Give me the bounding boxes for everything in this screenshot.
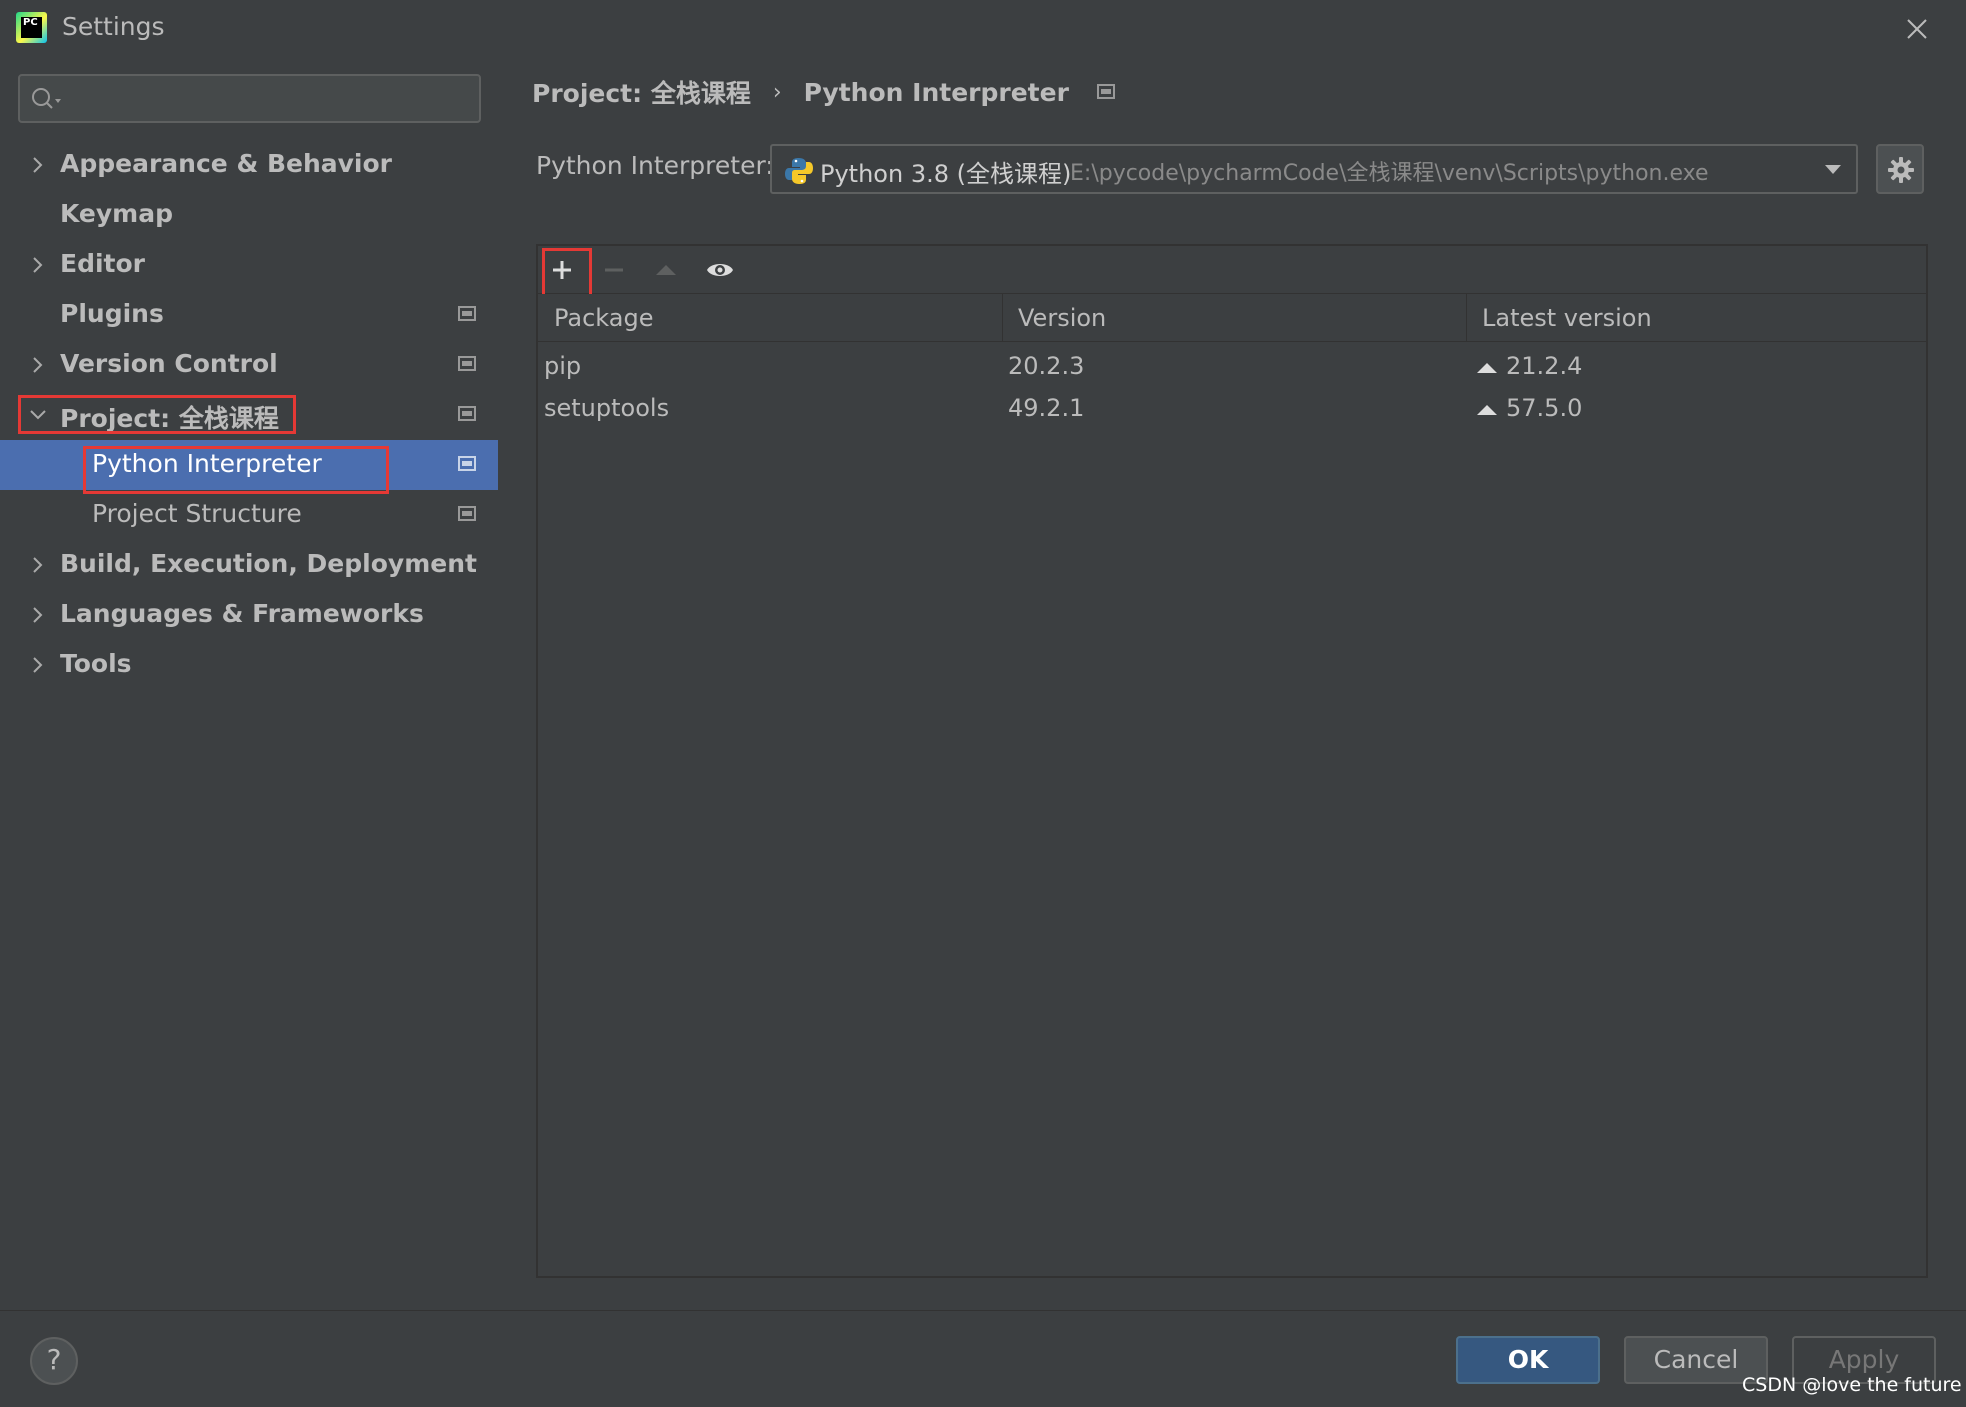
- upgrade-available-icon: [1477, 405, 1497, 415]
- title-bar: PC Settings: [0, 0, 1966, 56]
- sidebar-item-label: Tools: [60, 649, 132, 678]
- sidebar-item-label: Editor: [60, 249, 145, 278]
- interpreter-name: Python 3.8 (全栈课程): [820, 160, 1072, 188]
- breadcrumb: Project: 全栈课程 › Python Interpreter: [532, 74, 1117, 110]
- python-icon: [785, 158, 813, 184]
- column-header-package[interactable]: Package: [554, 304, 653, 332]
- sidebar-item-label: Plugins: [60, 299, 164, 328]
- interpreter-dropdown[interactable]: Python 3.8 (全栈课程) E:\pycode\pycharmCode\…: [770, 144, 1858, 194]
- packages-table-header: Package Version Latest version: [538, 294, 1926, 342]
- ok-button[interactable]: OK: [1456, 1336, 1600, 1384]
- sidebar-item-keymap[interactable]: Keymap: [0, 190, 498, 240]
- interpreter-label: Python Interpreter:: [536, 151, 774, 180]
- dialog-footer: ? OK Cancel Apply: [0, 1310, 1966, 1407]
- chevron-right-icon: [33, 257, 43, 273]
- sidebar-item-label: Project Structure: [92, 499, 302, 528]
- watermark: CSDN @love the future: [1742, 1374, 1962, 1396]
- settings-search-box[interactable]: [18, 74, 481, 123]
- packages-panel: Package Version Latest version pip 20.2.…: [536, 244, 1928, 1278]
- sidebar-item-python-interpreter[interactable]: Python Interpreter: [0, 440, 498, 490]
- plus-icon: [553, 261, 571, 279]
- eye-icon: [707, 264, 733, 276]
- column-divider: [1002, 294, 1003, 342]
- project-level-icon: [458, 356, 476, 371]
- interpreter-path: E:\pycode\pycharmCode\全栈课程\venv\Scripts\…: [1070, 161, 1709, 186]
- sidebar-item-project[interactable]: Project: 全栈课程: [0, 390, 498, 440]
- chevron-right-icon: [33, 557, 43, 573]
- project-level-icon: [458, 506, 476, 521]
- sidebar-item-languages-frameworks[interactable]: Languages & Frameworks: [0, 590, 498, 640]
- pycharm-logo-icon: PC: [16, 12, 47, 43]
- package-latest-version: 57.5.0: [1506, 394, 1583, 422]
- package-name: pip: [544, 352, 582, 380]
- column-header-latest-version[interactable]: Latest version: [1482, 304, 1652, 332]
- settings-sidebar: Appearance & Behavior Keymap Editor Plug…: [0, 56, 498, 1310]
- dropdown-arrow-icon: [1825, 165, 1841, 174]
- search-icon: [32, 88, 61, 109]
- project-level-icon: [458, 306, 476, 321]
- show-early-releases-button[interactable]: [698, 250, 738, 290]
- app-icon-text: PC: [21, 17, 42, 38]
- project-level-icon: [1096, 84, 1115, 99]
- column-divider: [1466, 294, 1467, 342]
- window-title: Settings: [62, 12, 165, 41]
- chevron-down-icon: [30, 410, 46, 420]
- breadcrumb-separator: ›: [772, 79, 782, 105]
- sidebar-item-project-structure[interactable]: Project Structure: [0, 490, 498, 540]
- project-level-icon: [458, 406, 476, 421]
- sidebar-item-label: Python Interpreter: [92, 449, 322, 478]
- settings-main-panel: Project: 全栈课程 › Python Interpreter Pytho…: [498, 56, 1966, 1310]
- sidebar-item-plugins[interactable]: Plugins: [0, 290, 498, 340]
- help-button[interactable]: ?: [30, 1337, 78, 1385]
- package-name: setuptools: [544, 394, 670, 422]
- sidebar-item-label: Version Control: [60, 349, 278, 378]
- sidebar-item-label: Appearance & Behavior: [60, 149, 392, 178]
- project-level-icon: [458, 456, 476, 471]
- chevron-right-icon: [33, 607, 43, 623]
- sidebar-item-appearance-behavior[interactable]: Appearance & Behavior: [0, 140, 498, 190]
- column-header-version[interactable]: Version: [1018, 304, 1106, 332]
- interpreter-settings-button[interactable]: [1876, 144, 1924, 194]
- package-version: 20.2.3: [1008, 352, 1085, 380]
- sidebar-item-label: Project: 全栈课程: [60, 404, 279, 433]
- breadcrumb-page: Python Interpreter: [803, 77, 1069, 107]
- chevron-right-icon: [33, 357, 43, 373]
- sidebar-item-label: Build, Execution, Deployment: [60, 549, 477, 578]
- remove-package-button[interactable]: [594, 250, 634, 290]
- table-row[interactable]: setuptools 49.2.1 57.5.0: [538, 388, 1926, 430]
- sidebar-item-version-control[interactable]: Version Control: [0, 340, 498, 390]
- sidebar-item-editor[interactable]: Editor: [0, 240, 498, 290]
- close-icon: [1907, 19, 1927, 39]
- minus-icon: [605, 268, 623, 272]
- close-button[interactable]: [1900, 12, 1934, 46]
- sidebar-item-build-execution-deployment[interactable]: Build, Execution, Deployment: [0, 540, 498, 590]
- search-input[interactable]: [70, 82, 470, 116]
- breadcrumb-project[interactable]: Project: 全栈课程: [532, 74, 751, 110]
- upgrade-triangle-icon: [656, 265, 676, 275]
- sidebar-item-label: Languages & Frameworks: [60, 599, 424, 628]
- upgrade-available-icon: [1477, 363, 1497, 373]
- sidebar-item-label: Keymap: [60, 199, 174, 228]
- chevron-right-icon: [33, 657, 43, 673]
- package-version: 49.2.1: [1008, 394, 1085, 422]
- package-latest-version: 21.2.4: [1506, 352, 1583, 380]
- gear-icon: [1888, 157, 1914, 183]
- table-row[interactable]: pip 20.2.3 21.2.4: [538, 346, 1926, 388]
- chevron-right-icon: [33, 157, 43, 173]
- add-package-button[interactable]: [542, 250, 582, 290]
- sidebar-item-tools[interactable]: Tools: [0, 640, 498, 690]
- upgrade-package-button[interactable]: [646, 250, 686, 290]
- packages-toolbar: [538, 246, 1926, 294]
